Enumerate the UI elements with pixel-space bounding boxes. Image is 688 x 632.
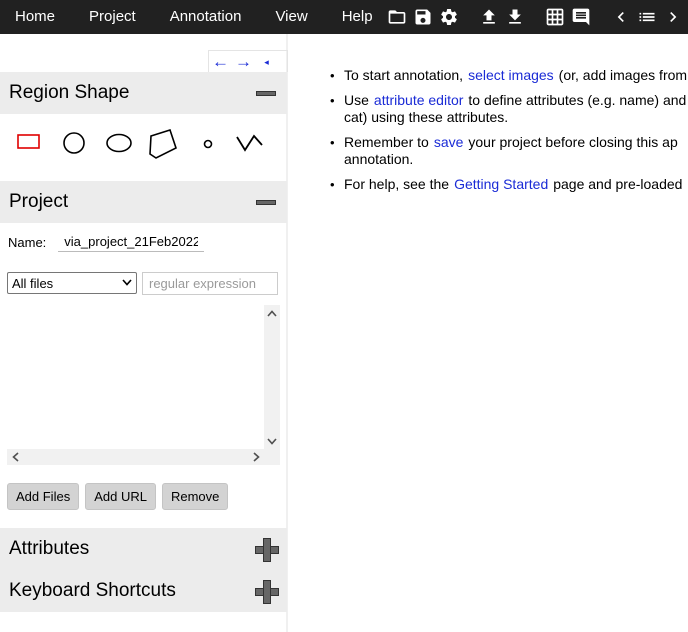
list-item: For help, see theGetting Startedpage and… — [330, 176, 688, 193]
getting-started-link[interactable]: Getting Started — [449, 176, 553, 192]
polyline-shape-icon[interactable] — [236, 133, 264, 153]
menu-help[interactable]: Help — [325, 0, 390, 34]
polygon-shape-icon[interactable] — [148, 128, 178, 160]
scroll-left-icon[interactable] — [7, 449, 23, 465]
download-icon[interactable] — [503, 5, 527, 29]
scroll-right-icon[interactable] — [248, 449, 264, 465]
rectangle-shape-icon[interactable] — [17, 134, 41, 150]
project-name-label: Name: — [8, 234, 47, 250]
comment-icon[interactable] — [569, 5, 593, 29]
prev-icon[interactable] — [609, 5, 633, 29]
scroll-down-icon[interactable] — [264, 433, 280, 449]
project-buttons: Add Files Add URL Remove — [7, 483, 234, 510]
main-content: To start annotation,select images(or, ad… — [300, 34, 688, 632]
vertical-scrollbar[interactable] — [264, 305, 280, 449]
attributes-title: Attributes — [9, 538, 90, 559]
region-shape-title: Region Shape — [9, 82, 130, 103]
sidebar-nav-arrows: ← → ◂ — [208, 50, 288, 72]
select-images-link[interactable]: select images — [463, 67, 559, 83]
project-name-row: Name: — [8, 232, 205, 252]
horizontal-scrollbar[interactable] — [7, 449, 280, 465]
project-name-input[interactable] — [58, 232, 205, 252]
point-shape-icon[interactable] — [202, 138, 214, 150]
menu-view[interactable]: View — [258, 0, 324, 34]
project-header[interactable]: Project — [0, 181, 287, 223]
arrow-right-icon[interactable]: → — [232, 51, 255, 73]
save-icon[interactable] — [411, 5, 435, 29]
save-link[interactable]: save — [429, 134, 469, 150]
keyboard-shortcuts-header[interactable]: Keyboard Shortcuts — [0, 570, 287, 612]
menu-project[interactable]: Project — [72, 0, 153, 34]
expand-icon[interactable] — [255, 538, 279, 562]
menu-home[interactable]: Home — [0, 0, 72, 34]
list-item: Useattribute editorto define attributes … — [330, 92, 688, 126]
list-item: To start annotation,select images(or, ad… — [330, 67, 688, 84]
remove-button[interactable]: Remove — [161, 483, 229, 510]
add-files-button[interactable]: Add Files — [7, 483, 80, 510]
add-url-button[interactable]: Add URL — [85, 483, 156, 510]
arrow-left-icon[interactable]: ← — [209, 51, 232, 73]
left-sidebar: ← → ◂ Region Shape Project Name: via_pro… — [0, 34, 288, 632]
collapse-icon[interactable] — [256, 199, 276, 205]
attributes-header[interactable]: Attributes — [0, 528, 287, 570]
list-item: Remember tosaveyour project before closi… — [330, 134, 688, 168]
chevron-down-icon — [122, 278, 132, 289]
upload-icon[interactable] — [477, 5, 501, 29]
expand-icon[interactable] — [255, 580, 279, 604]
keyboard-shortcuts-title: Keyboard Shortcuts — [9, 580, 176, 601]
folder-open-icon[interactable] — [385, 5, 409, 29]
menu-annotation[interactable]: Annotation — [153, 0, 259, 34]
toolbar-icons — [385, 0, 687, 34]
region-shape-header[interactable]: Region Shape — [0, 72, 287, 114]
region-shape-list — [0, 116, 287, 176]
getting-started-list: To start annotation,select images(or, ad… — [330, 67, 688, 201]
scroll-up-icon[interactable] — [264, 305, 280, 321]
collapse-icon[interactable] — [256, 90, 276, 96]
project-title: Project — [9, 191, 69, 212]
image-file-list[interactable] — [7, 305, 280, 465]
list-icon[interactable] — [635, 5, 659, 29]
file-filter-value: All files — [12, 275, 54, 291]
top-menu-bar: Home Project Annotation View Help — [0, 0, 688, 34]
settings-icon[interactable] — [437, 5, 461, 29]
file-filter-row: All files — [7, 272, 278, 295]
circle-shape-icon[interactable] — [62, 131, 86, 155]
ellipse-shape-icon[interactable] — [105, 133, 133, 153]
grid-view-icon[interactable] — [543, 5, 567, 29]
attribute-editor-link[interactable]: attribute editor — [369, 92, 469, 108]
regex-filter-input[interactable] — [142, 272, 278, 295]
next-icon[interactable] — [661, 5, 685, 29]
file-filter-select[interactable]: All files — [7, 272, 137, 294]
collapse-sidebar-icon[interactable]: ◂ — [255, 51, 278, 73]
